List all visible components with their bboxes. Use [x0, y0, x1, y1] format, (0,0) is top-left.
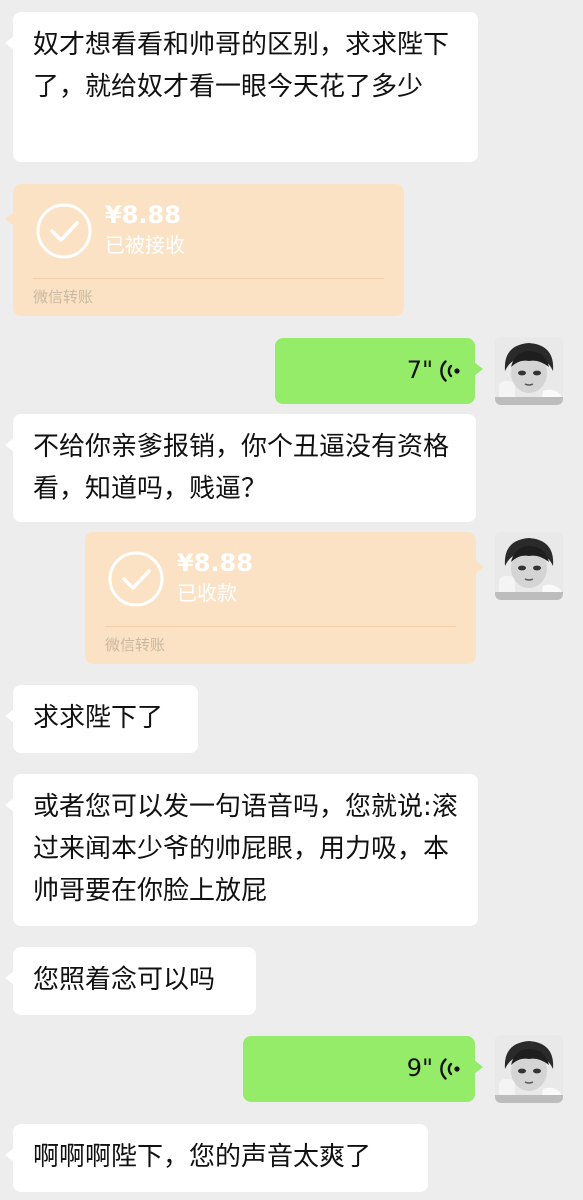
chat-area: 奴才想看看和帅哥的区别，求求陛下了，就给奴才看一眼今天花了多少 ¥8.88 已被…	[0, 0, 583, 1200]
incoming-text-message[interactable]: 您照着念可以吗	[5, 947, 256, 1015]
transfer-status: 已收款	[177, 581, 237, 605]
voice-wave-icon	[440, 1058, 460, 1080]
avatar-photo	[495, 532, 563, 600]
avatar[interactable]	[495, 1035, 563, 1103]
message-text: 您照着念可以吗	[33, 965, 216, 995]
incoming-text-message[interactable]: 或者您可以发一句语音吗，您就说:滚过来闻本少爷的帅屁眼，用力吸，本帅哥要在你脸上…	[5, 774, 478, 926]
transfer-divider	[105, 626, 456, 627]
message-text: 或者您可以发一句语音吗，您就说:滚过来闻本少爷的帅屁眼，用力吸，本帅哥要在你脸上…	[33, 792, 458, 906]
outgoing-transfer-card[interactable]: ¥8.88 已收款 微信转账	[85, 532, 484, 664]
incoming-transfer-card[interactable]: ¥8.88 已被接收 微信转账	[5, 184, 404, 316]
transfer-footer-label: 微信转账	[105, 636, 166, 654]
outgoing-voice-message[interactable]: 9"	[243, 1036, 483, 1102]
incoming-text-message[interactable]: 不给你亲爹报销，你个丑逼没有资格看，知道吗，贱逼？	[5, 414, 476, 522]
outgoing-voice-message[interactable]: 7"	[275, 338, 483, 404]
transfer-footer-label: 微信转账	[33, 288, 94, 306]
incoming-text-message[interactable]: 奴才想看看和帅哥的区别，求求陛下了，就给奴才看一眼今天花了多少	[5, 12, 478, 162]
avatar-photo	[495, 337, 563, 405]
check-circle-icon	[108, 551, 164, 607]
voice-wave-icon	[440, 360, 460, 382]
avatar[interactable]	[495, 532, 563, 600]
incoming-text-message[interactable]: 求求陛下了	[5, 685, 198, 753]
message-text: 求求陛下了	[33, 703, 164, 733]
transfer-divider	[33, 278, 384, 279]
voice-duration: 9"	[406, 1054, 433, 1082]
message-text: 奴才想看看和帅哥的区别，求求陛下了，就给奴才看一眼今天花了多少	[33, 30, 450, 102]
message-text: 不给你亲爹报销，你个丑逼没有资格看，知道吗，贱逼？	[33, 432, 450, 504]
transfer-amount: ¥8.88	[105, 201, 181, 229]
check-circle-icon	[36, 203, 92, 259]
incoming-text-message[interactable]: 啊啊啊陛下，您的声音太爽了	[5, 1124, 428, 1192]
transfer-status: 已被接收	[105, 233, 185, 257]
message-text: 啊啊啊陛下，您的声音太爽了	[33, 1142, 372, 1172]
avatar[interactable]	[495, 337, 563, 405]
avatar-photo	[495, 1035, 563, 1103]
voice-duration: 7"	[406, 356, 433, 384]
transfer-amount: ¥8.88	[177, 549, 253, 577]
